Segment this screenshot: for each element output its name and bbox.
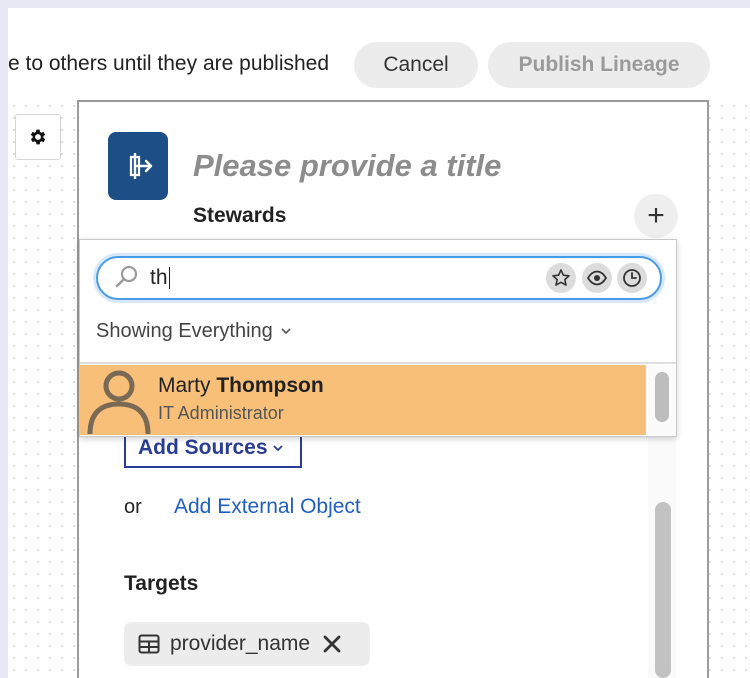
title-input[interactable]: Please provide a title bbox=[193, 148, 501, 184]
result-user-name: Marty Thompson bbox=[158, 374, 324, 398]
showing-filter-label: Showing Everything bbox=[96, 320, 273, 342]
result-name-prefix: Marty bbox=[158, 374, 217, 397]
chevron-down-icon bbox=[272, 445, 283, 452]
unpublished-notice: e to others until they are published bbox=[8, 52, 330, 75]
add-steward-button[interactable]: + bbox=[634, 194, 678, 238]
plus-icon: + bbox=[647, 199, 665, 232]
settings-button[interactable] bbox=[15, 114, 61, 160]
text-caret bbox=[168, 267, 170, 290]
showing-filter-dropdown[interactable]: Showing Everything bbox=[96, 320, 292, 343]
target-chip-label: provider_name bbox=[170, 632, 311, 655]
search-query-value: th bbox=[150, 266, 168, 289]
search-query-text: th bbox=[150, 266, 170, 290]
table-icon bbox=[138, 634, 160, 654]
close-icon bbox=[323, 635, 341, 653]
lineage-glyph-icon bbox=[129, 153, 153, 179]
target-chip: provider_name bbox=[124, 622, 370, 666]
publish-lineage-button[interactable]: Publish Lineage bbox=[488, 42, 710, 88]
steward-search-input[interactable] bbox=[96, 256, 662, 300]
lineage-icon bbox=[108, 132, 168, 200]
result-user-role: IT Administrator bbox=[158, 403, 284, 423]
favorites-filter-button[interactable] bbox=[546, 263, 576, 293]
watched-filter-button[interactable] bbox=[582, 263, 612, 293]
cancel-button[interactable]: Cancel bbox=[354, 42, 478, 88]
or-text: or bbox=[124, 496, 142, 518]
star-icon bbox=[552, 269, 570, 286]
stewards-label: Stewards bbox=[193, 204, 287, 227]
recent-filter-button[interactable] bbox=[617, 263, 647, 293]
add-sources-label: Add Sources bbox=[138, 436, 268, 459]
remove-target-button[interactable] bbox=[322, 634, 342, 654]
dropdown-scrollbar-thumb[interactable] bbox=[655, 372, 669, 422]
search-icon bbox=[114, 264, 140, 295]
gear-icon bbox=[30, 129, 46, 145]
eye-icon bbox=[586, 270, 608, 286]
add-external-object-link[interactable]: Add External Object bbox=[174, 495, 361, 519]
user-avatar-icon bbox=[84, 368, 154, 439]
dropdown-divider bbox=[80, 362, 676, 364]
clock-icon bbox=[623, 269, 641, 287]
targets-label: Targets bbox=[124, 572, 199, 595]
top-bar: e to others until they are published Can… bbox=[8, 8, 750, 100]
panel-scrollbar-thumb[interactable] bbox=[655, 502, 671, 678]
result-name-match: Thompson bbox=[216, 374, 324, 397]
chevron-down-icon bbox=[281, 328, 291, 335]
